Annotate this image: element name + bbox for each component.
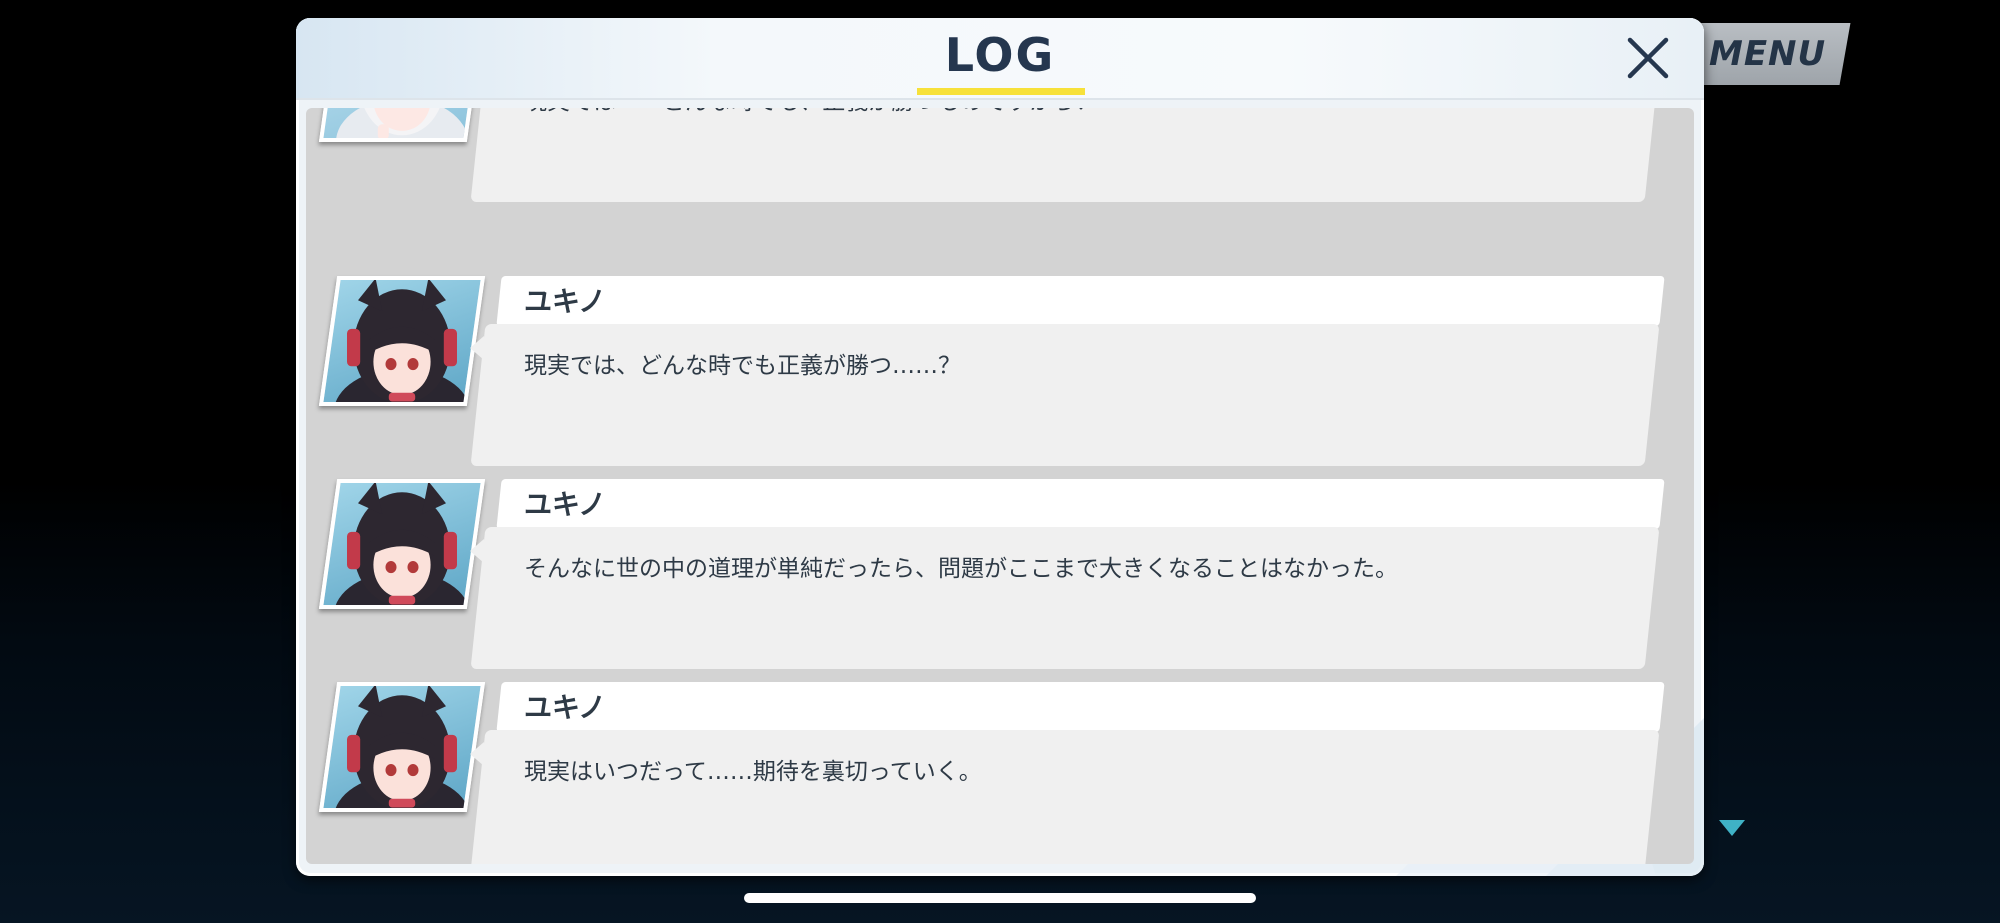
message-box <box>470 730 1660 864</box>
menu-button-label: MENU <box>1708 34 1827 74</box>
message-pointer <box>470 539 484 563</box>
menu-button[interactable]: MENU <box>1684 23 1851 85</box>
title-underline <box>917 88 1085 95</box>
close-icon <box>1627 37 1669 79</box>
log-title: LOG <box>944 28 1056 82</box>
message-text: 現実はいつだって……期待を裏切っていく。 <box>524 759 982 785</box>
speaker-name: ユキノ <box>524 691 607 724</box>
log-entry: ユキノ 現実はいつだって……期待を裏切っていく。 <box>306 682 1694 864</box>
close-button[interactable] <box>1626 36 1670 80</box>
game-screen: MENU LOG ユキノ 現実では、どんな時でも正義が勝つ……？ ユキノ そんな… <box>0 0 2000 923</box>
yukino-avatar <box>318 479 486 609</box>
log-entry: ユキノ 現実では、どんな時でも正義が勝つ……？ <box>306 276 1694 466</box>
message-pointer <box>470 742 484 766</box>
white-haired-character-avatar <box>318 108 486 142</box>
message-text: そんなに世の中の道理が単純だったら、問題がここまで大きくなることはなかった。 <box>524 556 1398 582</box>
log-entry: ユキノ そんなに世の中の道理が単純だったら、問題がここまで大きくなることはなかっ… <box>306 479 1694 669</box>
log-window: LOG ユキノ 現実では、どんな時でも正義が勝つ……？ ユキノ そんなに世の中の… <box>296 18 1704 876</box>
yukino-avatar <box>318 276 486 406</box>
log-header: LOG <box>296 18 1704 100</box>
message-pointer <box>470 336 484 360</box>
speaker-name-bar <box>496 479 1665 529</box>
log-entry: 現実では――どんな時でも、正義が勝つものですから！ <box>306 108 1694 202</box>
speaker-name-bar <box>496 682 1665 732</box>
message-text: 現実では――どんな時でも、正義が勝つものですから！ <box>524 108 1098 116</box>
scroll-down-triangle-icon[interactable] <box>1719 820 1745 836</box>
message-box <box>470 108 1660 202</box>
speaker-name-bar <box>496 276 1665 326</box>
log-scroll-area[interactable]: 現実では――どんな時でも、正義が勝つものですから！ <box>306 108 1694 864</box>
home-indicator-bar[interactable] <box>744 893 1256 903</box>
yukino-avatar <box>318 682 486 812</box>
speaker-name: ユキノ <box>524 285 607 318</box>
speaker-name: ユキノ <box>524 488 607 521</box>
message-text: 現実では、どんな時でも正義が勝つ……？ <box>524 353 961 379</box>
